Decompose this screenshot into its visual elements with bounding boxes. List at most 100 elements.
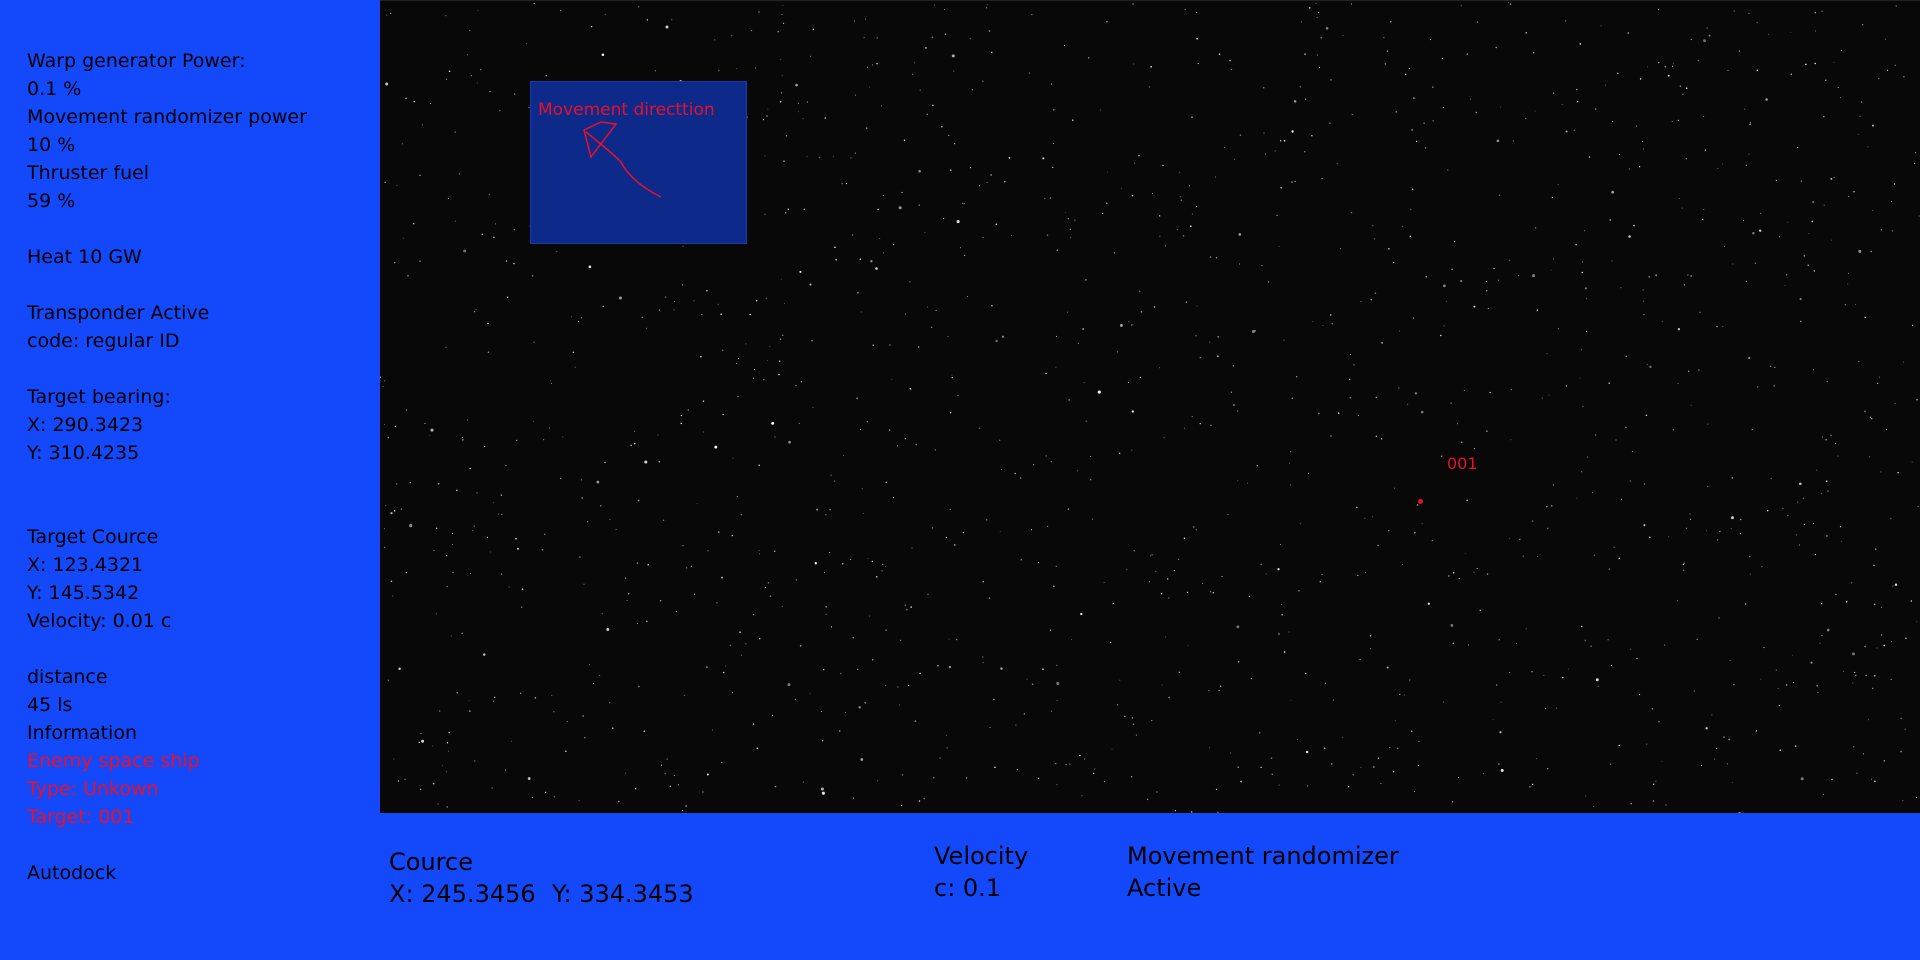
star <box>1195 529 1197 531</box>
star <box>1418 740 1420 742</box>
star <box>1463 390 1465 392</box>
star <box>963 203 965 205</box>
star <box>745 643 747 645</box>
star <box>646 327 648 329</box>
star <box>1878 376 1880 378</box>
star <box>1744 108 1746 110</box>
star <box>1321 178 1323 180</box>
star <box>1370 299 1372 301</box>
star <box>1817 692 1819 693</box>
autodock-button[interactable]: Autodock <box>27 861 116 885</box>
star <box>1629 648 1631 650</box>
star <box>556 251 558 252</box>
star <box>1798 544 1801 546</box>
star <box>1498 194 1500 196</box>
star <box>1677 119 1679 122</box>
star <box>1174 810 1176 812</box>
star <box>446 742 449 744</box>
star <box>863 37 865 39</box>
star <box>1223 147 1225 149</box>
star <box>854 94 856 96</box>
star <box>1416 504 1419 506</box>
star <box>969 167 972 169</box>
star <box>505 464 507 467</box>
star <box>1293 100 1297 103</box>
star <box>1812 523 1814 525</box>
star <box>1509 3 1512 5</box>
star <box>951 54 955 58</box>
star <box>490 551 492 553</box>
star <box>939 757 941 759</box>
star <box>665 25 669 29</box>
star <box>1522 555 1524 557</box>
star <box>409 481 411 484</box>
star <box>448 750 450 752</box>
star <box>758 638 761 640</box>
star <box>658 309 660 311</box>
star <box>1110 641 1112 644</box>
star <box>1011 235 1012 236</box>
star <box>1858 249 1862 253</box>
star <box>766 115 768 117</box>
target-marker[interactable] <box>1418 499 1423 504</box>
star <box>1627 32 1629 34</box>
star <box>1864 316 1866 319</box>
star <box>1276 214 1278 216</box>
star <box>1685 87 1688 89</box>
star <box>1690 275 1692 277</box>
star <box>1140 311 1142 313</box>
star <box>1706 27 1708 29</box>
star <box>764 155 766 157</box>
star <box>1802 497 1804 499</box>
star <box>1545 707 1547 710</box>
star <box>1330 314 1332 316</box>
star <box>1810 661 1813 664</box>
star <box>1495 46 1497 49</box>
star <box>1349 354 1351 356</box>
star <box>1853 190 1855 193</box>
star <box>1683 562 1685 564</box>
star <box>385 82 389 86</box>
star <box>1410 208 1412 210</box>
star <box>1046 525 1049 527</box>
star <box>1233 404 1235 406</box>
star <box>795 83 798 87</box>
star <box>1873 603 1876 606</box>
star <box>1874 780 1876 783</box>
star <box>1595 108 1597 110</box>
star <box>472 529 474 531</box>
star <box>889 344 891 346</box>
star <box>1699 311 1701 313</box>
star <box>1414 392 1418 395</box>
star <box>729 644 732 646</box>
star <box>1291 181 1293 183</box>
star <box>982 80 984 82</box>
star <box>1891 640 1893 643</box>
star <box>1069 763 1071 765</box>
star <box>1070 237 1072 239</box>
star <box>1283 651 1286 653</box>
star <box>872 659 874 661</box>
space-viewport[interactable]: Movement directtion 001 <box>380 0 1920 814</box>
star <box>455 220 457 222</box>
star <box>1903 76 1905 78</box>
star <box>1404 73 1407 76</box>
star <box>1304 53 1306 55</box>
star <box>1742 220 1745 222</box>
star <box>1714 758 1716 760</box>
star <box>383 423 385 425</box>
star <box>1584 230 1586 232</box>
star <box>1464 552 1466 554</box>
star <box>527 777 531 780</box>
star <box>1396 747 1399 750</box>
star <box>1902 361 1904 363</box>
star <box>1479 609 1481 611</box>
star <box>1187 645 1189 647</box>
star <box>1413 317 1415 319</box>
star <box>717 531 720 533</box>
star <box>1210 591 1212 593</box>
star <box>1251 330 1255 333</box>
star <box>1015 724 1017 726</box>
star <box>559 477 562 480</box>
star <box>445 555 448 557</box>
